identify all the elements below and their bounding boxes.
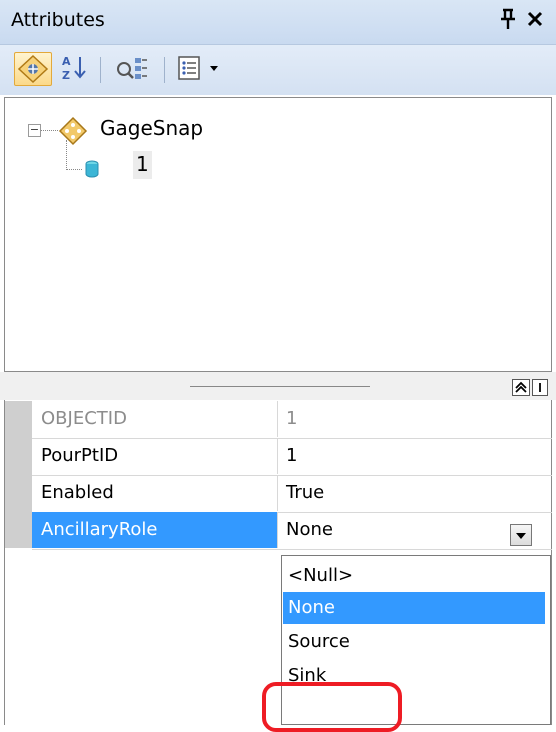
option-null[interactable]: <Null> bbox=[283, 560, 545, 592]
option-none[interactable]: None bbox=[283, 592, 545, 624]
pin-icon[interactable] bbox=[497, 6, 519, 32]
field-name: OBJECTID bbox=[32, 401, 278, 437]
categorized-view-icon[interactable] bbox=[512, 379, 530, 396]
field-name: PourPtID bbox=[32, 438, 278, 474]
layer-gagesnap[interactable]: GageSnap bbox=[100, 116, 203, 140]
toolbar-separator bbox=[164, 57, 165, 83]
collapse-icon[interactable]: − bbox=[28, 124, 41, 137]
svg-text:Z: Z bbox=[62, 69, 70, 82]
toolbar-separator bbox=[100, 57, 101, 83]
select-features-icon bbox=[117, 58, 147, 79]
sort-az-icon: A Z bbox=[62, 55, 86, 82]
option-source[interactable]: Source bbox=[283, 626, 545, 658]
svg-text:A: A bbox=[62, 55, 71, 68]
field-name: Enabled bbox=[32, 475, 278, 511]
close-icon[interactable] bbox=[523, 5, 547, 33]
field-value[interactable]: 1 bbox=[286, 438, 552, 474]
splitter-grip bbox=[190, 386, 370, 387]
grid-row-enabled[interactable]: Enabled True bbox=[32, 475, 552, 513]
window-title: Attributes bbox=[11, 9, 105, 31]
toolbar: A Z bbox=[0, 45, 556, 95]
sort-button[interactable]: A Z bbox=[60, 52, 90, 86]
chevron-down-icon[interactable] bbox=[510, 524, 532, 546]
grid-gutter bbox=[5, 401, 32, 548]
field-value: 1 bbox=[286, 408, 298, 429]
field-name: AncillaryRole bbox=[32, 512, 278, 548]
select-features-button[interactable] bbox=[112, 52, 150, 86]
feature-item-1[interactable]: 1 bbox=[133, 151, 152, 179]
options-menu-button[interactable] bbox=[176, 52, 226, 86]
point-layer-icon bbox=[58, 116, 88, 146]
list-by-layer-button[interactable] bbox=[14, 52, 52, 86]
tree-connector bbox=[66, 169, 82, 170]
grid-row-pourptid[interactable]: PourPtID 1 bbox=[32, 438, 552, 476]
grid-row-ancillaryrole[interactable]: AncillaryRole None bbox=[32, 512, 552, 550]
field-value[interactable]: True bbox=[286, 475, 552, 511]
layer-diamond-icon bbox=[17, 54, 49, 84]
grid-row-objectid[interactable]: OBJECTID 1 bbox=[32, 401, 552, 439]
info-view-icon[interactable] bbox=[532, 379, 548, 396]
feature-cylinder-icon bbox=[84, 160, 100, 178]
tree-connector bbox=[41, 130, 58, 131]
options-menu-icon bbox=[178, 56, 218, 80]
